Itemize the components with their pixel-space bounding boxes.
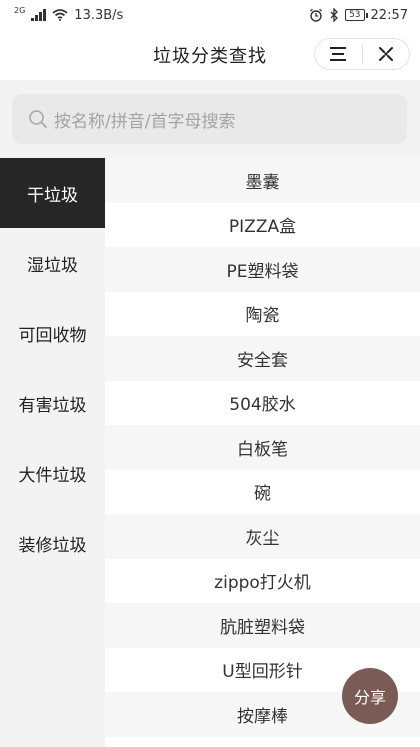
list-item-label: 504胶水 — [229, 395, 296, 416]
sidebar-item-label: 有害垃圾 — [18, 395, 87, 416]
category-sidebar: 干垃圾湿垃圾可回收物有害垃圾大件垃圾装修垃圾 — [0, 158, 105, 747]
sidebar-item-label: 湿垃圾 — [27, 255, 78, 276]
list-item[interactable]: 安全套 — [105, 336, 420, 381]
list-item-label: 安全套 — [237, 350, 288, 371]
nav-bar: 垃圾分类查找 — [0, 30, 420, 80]
sidebar-item-label: 干垃圾 — [27, 185, 78, 206]
search-input[interactable]: 按名称/拼音/首字母搜索 — [12, 94, 407, 144]
search-icon — [29, 110, 47, 128]
list-item-label: zippo打火机 — [214, 573, 311, 594]
network-speed: 13.3B/s — [74, 7, 124, 23]
wifi-icon — [52, 9, 68, 21]
menu-button[interactable] — [315, 39, 362, 69]
sidebar-item-label: 可回收物 — [18, 325, 87, 346]
alarm-icon — [310, 8, 323, 22]
list-item[interactable]: 墨囊 — [105, 158, 420, 203]
list-item[interactable]: zippo打火机 — [105, 558, 420, 603]
sidebar-item-label: 大件垃圾 — [18, 465, 87, 486]
list-item-label: U型回形针 — [222, 662, 303, 683]
clock: 22:57 — [370, 7, 408, 23]
search-placeholder: 按名称/拼音/首字母搜索 — [54, 111, 236, 132]
list-item[interactable]: 陶瓷 — [105, 291, 420, 336]
sidebar-item-2[interactable]: 可回收物 — [0, 298, 105, 368]
mini-program-capsule — [314, 38, 410, 70]
list-item[interactable]: PIZZA盒 — [105, 202, 420, 247]
network-label: 2G — [14, 5, 26, 15]
list-item-label: 肮脏塑料袋 — [220, 617, 305, 638]
sidebar-item-0[interactable]: 干垃圾 — [0, 158, 105, 228]
battery-icon: 53 — [345, 9, 369, 21]
share-button[interactable]: 分享 — [342, 668, 398, 724]
signal-icon — [31, 9, 47, 21]
status-bar: 2G 13.3B/s 53 22:57 — [0, 0, 420, 30]
search-area: 按名称/拼音/首字母搜索 — [0, 80, 420, 158]
list-item[interactable]: PE塑料袋 — [105, 247, 420, 292]
list-item-label: 按摩棒 — [237, 706, 288, 727]
sidebar-item-4[interactable]: 大件垃圾 — [0, 438, 105, 508]
list-item-label: PIZZA盒 — [228, 217, 297, 238]
list-item-label: 墨囊 — [245, 172, 280, 193]
list-item-label: 灰尘 — [245, 528, 280, 549]
menu-icon — [330, 47, 347, 61]
list-item-label: 碗 — [254, 484, 271, 505]
list-item-label: 白板笔 — [237, 439, 288, 460]
sidebar-item-3[interactable]: 有害垃圾 — [0, 368, 105, 438]
list-item-label: PE塑料袋 — [226, 261, 299, 282]
bluetooth-icon — [330, 8, 338, 22]
page-title: 垃圾分类查找 — [153, 46, 267, 67]
share-label: 分享 — [353, 688, 386, 707]
list-item[interactable]: 白板笔 — [105, 425, 420, 470]
close-button[interactable] — [363, 39, 410, 69]
sidebar-item-label: 装修垃圾 — [18, 535, 87, 556]
sidebar-item-5[interactable]: 装修垃圾 — [0, 508, 105, 578]
item-list: 墨囊 PIZZA盒 PE塑料袋陶瓷安全套 504胶水白板笔碗灰尘 zippo打火机 肮脏塑… — [105, 158, 420, 747]
sidebar-item-1[interactable]: 湿垃圾 — [0, 228, 105, 298]
list-item[interactable]: 灰尘 — [105, 514, 420, 559]
list-item-label: 陶瓷 — [245, 306, 280, 327]
list-item[interactable]: 504胶水 — [105, 380, 420, 425]
close-icon — [378, 47, 393, 61]
list-item[interactable]: 肮脏塑料袋 — [105, 603, 420, 648]
list-item[interactable]: 碗 — [105, 469, 420, 514]
